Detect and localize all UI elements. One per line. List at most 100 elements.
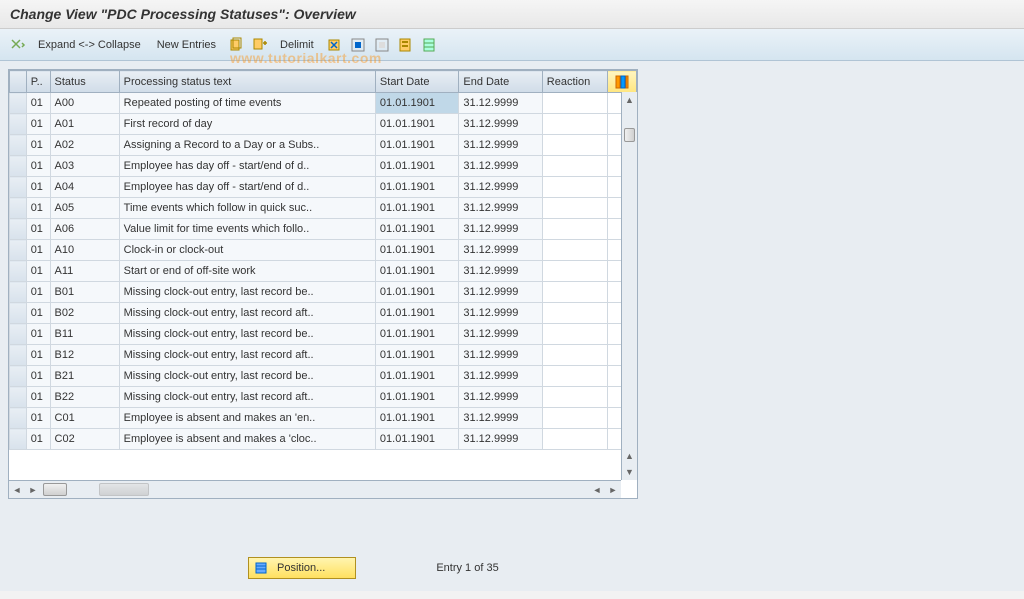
cell-end[interactable]: 31.12.9999 xyxy=(459,408,542,429)
cell-reaction[interactable] xyxy=(542,135,608,156)
cell-end[interactable]: 31.12.9999 xyxy=(459,429,542,450)
cell-reaction[interactable] xyxy=(542,324,608,345)
cell-p[interactable]: 01 xyxy=(26,408,50,429)
cell-reaction[interactable] xyxy=(542,429,608,450)
table-row[interactable]: 01A00Repeated posting of time events01.0… xyxy=(10,93,637,114)
delete-icon[interactable] xyxy=(324,35,344,55)
cell-text[interactable]: Missing clock-out entry, last record be.… xyxy=(119,324,375,345)
cell-text[interactable]: Clock-in or clock-out xyxy=(119,240,375,261)
cell-reaction[interactable] xyxy=(542,198,608,219)
cell-end[interactable]: 31.12.9999 xyxy=(459,93,542,114)
row-selector[interactable] xyxy=(10,324,27,345)
scroll-right-icon[interactable]: ► xyxy=(605,485,621,495)
cell-reaction[interactable] xyxy=(542,366,608,387)
cell-p[interactable]: 01 xyxy=(26,219,50,240)
cell-p[interactable]: 01 xyxy=(26,366,50,387)
cell-reaction[interactable] xyxy=(542,177,608,198)
position-button[interactable]: Position... xyxy=(248,557,356,579)
scroll-down-icon[interactable]: ▲ xyxy=(622,448,637,464)
cell-status[interactable]: C02 xyxy=(50,429,119,450)
cell-p[interactable]: 01 xyxy=(26,135,50,156)
cell-end[interactable]: 31.12.9999 xyxy=(459,282,542,303)
scroll-left-end-icon[interactable]: ◄ xyxy=(589,485,605,495)
cell-p[interactable]: 01 xyxy=(26,93,50,114)
cell-end[interactable]: 31.12.9999 xyxy=(459,135,542,156)
cell-end[interactable]: 31.12.9999 xyxy=(459,219,542,240)
cell-status[interactable]: B11 xyxy=(50,324,119,345)
cell-status[interactable]: A01 xyxy=(50,114,119,135)
table-settings-icon[interactable] xyxy=(420,35,440,55)
cell-p[interactable]: 01 xyxy=(26,261,50,282)
cell-p[interactable]: 01 xyxy=(26,198,50,219)
scroll-thumb-v[interactable] xyxy=(624,128,635,142)
vertical-scrollbar[interactable]: ▲ ▲ ▼ xyxy=(621,92,637,480)
cell-status[interactable]: A04 xyxy=(50,177,119,198)
table-row[interactable]: 01A03Employee has day off - start/end of… xyxy=(10,156,637,177)
row-selector[interactable] xyxy=(10,345,27,366)
table-row[interactable]: 01B12Missing clock-out entry, last recor… xyxy=(10,345,637,366)
row-selector[interactable] xyxy=(10,240,27,261)
data-grid[interactable]: P.. Status Processing status text Start … xyxy=(9,70,637,450)
cell-reaction[interactable] xyxy=(542,156,608,177)
header-rownum[interactable] xyxy=(10,71,27,93)
table-row[interactable]: 01B22Missing clock-out entry, last recor… xyxy=(10,387,637,408)
cell-text[interactable]: Employee has day off - start/end of d.. xyxy=(119,156,375,177)
cell-end[interactable]: 31.12.9999 xyxy=(459,324,542,345)
table-row[interactable]: 01B21Missing clock-out entry, last recor… xyxy=(10,366,637,387)
cell-status[interactable]: A00 xyxy=(50,93,119,114)
cell-text[interactable]: Missing clock-out entry, last record aft… xyxy=(119,387,375,408)
cell-p[interactable]: 01 xyxy=(26,156,50,177)
cell-text[interactable]: Value limit for time events which follo.… xyxy=(119,219,375,240)
cell-start[interactable]: 01.01.1901 xyxy=(375,114,458,135)
table-row[interactable]: 01C02Employee is absent and makes a 'clo… xyxy=(10,429,637,450)
cell-reaction[interactable] xyxy=(542,93,608,114)
header-text[interactable]: Processing status text xyxy=(119,71,375,93)
cell-start[interactable]: 01.01.1901 xyxy=(375,135,458,156)
cell-text[interactable]: Missing clock-out entry, last record be.… xyxy=(119,282,375,303)
cell-reaction[interactable] xyxy=(542,114,608,135)
cell-start[interactable]: 01.01.1901 xyxy=(375,387,458,408)
cell-start[interactable]: 01.01.1901 xyxy=(375,156,458,177)
cell-status[interactable]: A06 xyxy=(50,219,119,240)
cell-status[interactable]: B01 xyxy=(50,282,119,303)
cell-status[interactable]: B22 xyxy=(50,387,119,408)
cell-reaction[interactable] xyxy=(542,303,608,324)
row-selector[interactable] xyxy=(10,282,27,303)
cell-reaction[interactable] xyxy=(542,408,608,429)
cell-p[interactable]: 01 xyxy=(26,345,50,366)
cell-p[interactable]: 01 xyxy=(26,282,50,303)
cell-text[interactable]: Employee is absent and makes a 'cloc.. xyxy=(119,429,375,450)
cell-reaction[interactable] xyxy=(542,282,608,303)
configure-icon[interactable] xyxy=(396,35,416,55)
cell-text[interactable]: Employee is absent and makes an 'en.. xyxy=(119,408,375,429)
scroll-left-icon[interactable]: ◄ xyxy=(9,485,25,495)
cell-end[interactable]: 31.12.9999 xyxy=(459,261,542,282)
horizontal-scrollbar[interactable]: ◄ ► ◄ ► xyxy=(9,480,621,498)
cell-start[interactable]: 01.01.1901 xyxy=(375,345,458,366)
cell-start[interactable]: 01.01.1901 xyxy=(375,408,458,429)
cell-status[interactable]: A10 xyxy=(50,240,119,261)
row-selector[interactable] xyxy=(10,303,27,324)
scroll-down-end-icon[interactable]: ▼ xyxy=(622,464,637,480)
cell-status[interactable]: A02 xyxy=(50,135,119,156)
details-icon[interactable] xyxy=(8,35,28,55)
cell-p[interactable]: 01 xyxy=(26,387,50,408)
cell-start[interactable]: 01.01.1901 xyxy=(375,219,458,240)
cell-p[interactable]: 01 xyxy=(26,240,50,261)
table-row[interactable]: 01A11Start or end of off-site work01.01.… xyxy=(10,261,637,282)
deselect-all-icon[interactable] xyxy=(372,35,392,55)
cell-start[interactable]: 01.01.1901 xyxy=(375,324,458,345)
table-row[interactable]: 01A04Employee has day off - start/end of… xyxy=(10,177,637,198)
cell-status[interactable]: B21 xyxy=(50,366,119,387)
cell-end[interactable]: 31.12.9999 xyxy=(459,114,542,135)
cell-start[interactable]: 01.01.1901 xyxy=(375,303,458,324)
cell-text[interactable]: Time events which follow in quick suc.. xyxy=(119,198,375,219)
cell-status[interactable]: B12 xyxy=(50,345,119,366)
cell-end[interactable]: 31.12.9999 xyxy=(459,303,542,324)
row-selector[interactable] xyxy=(10,156,27,177)
cell-text[interactable]: Employee has day off - start/end of d.. xyxy=(119,177,375,198)
cell-end[interactable]: 31.12.9999 xyxy=(459,387,542,408)
cell-start[interactable]: 01.01.1901 xyxy=(375,240,458,261)
cell-end[interactable]: 31.12.9999 xyxy=(459,240,542,261)
column-settings-icon[interactable] xyxy=(608,71,637,93)
